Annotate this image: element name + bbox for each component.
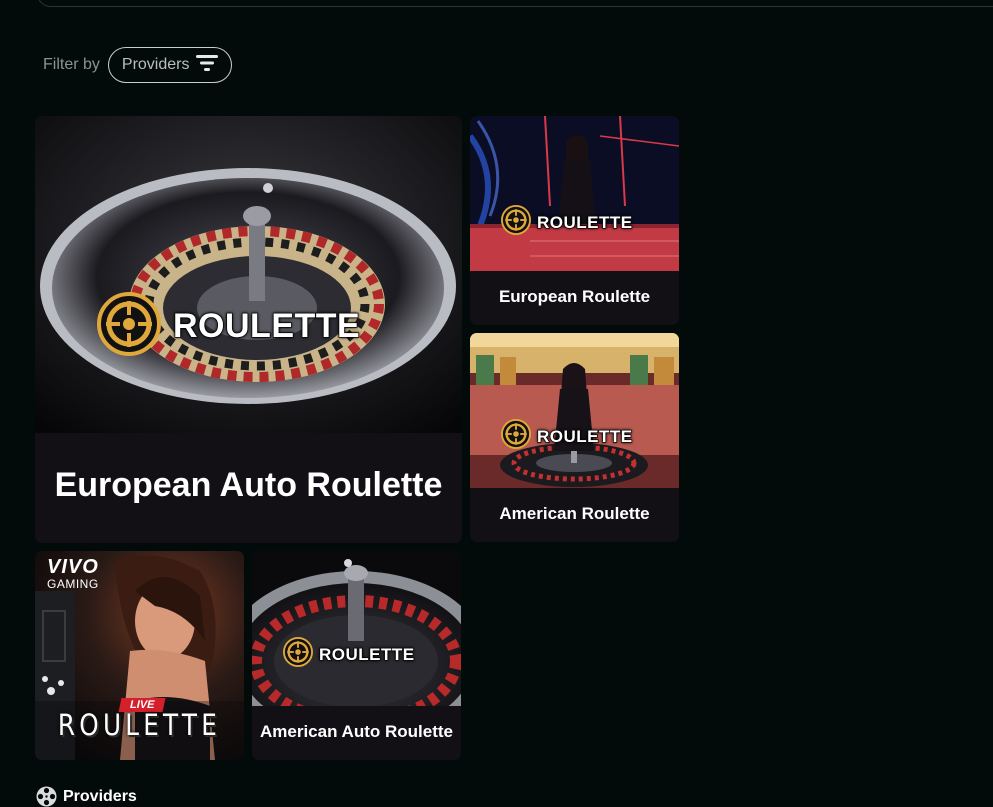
game-thumbnail [35, 116, 462, 433]
game-thumbnail [470, 116, 679, 271]
live-roulette-text: ROULETTE [57, 708, 222, 742]
gaming-logo-text: GAMING [47, 577, 99, 591]
game-tile-vivo-live-roulette[interactable]: VIVO GAMING LIVE ROULETTE [35, 551, 244, 760]
roulette-wheel-icon [501, 419, 531, 454]
game-tile-european-roulette[interactable]: ROULETTE European Roulette [470, 116, 679, 325]
roulette-badge: ROULETTE [501, 419, 633, 454]
game-tile-american-roulette[interactable]: ROULETTE American Roulette [470, 333, 679, 542]
game-title: American Roulette [499, 504, 650, 523]
roulette-badge: ROULETTE [501, 205, 633, 240]
film-reel-icon [36, 786, 57, 807]
roulette-badge: ROULETTE [97, 292, 360, 361]
roulette-wheel-icon [97, 292, 161, 361]
vivo-gaming-logo: VIVO GAMING [47, 557, 99, 590]
search-bar[interactable] [37, 0, 993, 7]
game-title: American Auto Roulette [259, 722, 453, 741]
providers-section-heading: Providers [36, 786, 137, 807]
roulette-wheel-icon [501, 205, 531, 240]
game-title: European Roulette [498, 287, 651, 306]
game-thumbnail [252, 551, 461, 706]
vivo-logo-text: VIVO [47, 556, 99, 578]
providers-heading-text: Providers [63, 787, 137, 805]
roulette-wheel-icon [283, 637, 313, 672]
game-tile-european-auto-roulette[interactable]: ROULETTE European Auto Roulette [35, 116, 462, 543]
filter-label: Filter by [43, 56, 100, 73]
game-title: European Auto Roulette [54, 466, 443, 504]
providers-filter-button[interactable]: Providers [107, 47, 232, 83]
roulette-badge-text: ROULETTE [318, 644, 415, 665]
filter-lines-icon [195, 54, 218, 77]
providers-filter-label: Providers [121, 56, 190, 73]
roulette-badge: ROULETTE [283, 637, 415, 672]
roulette-badge-text: ROULETTE [536, 212, 633, 233]
roulette-badge-text: ROULETTE [536, 426, 633, 447]
game-thumbnail [470, 333, 679, 488]
filter-row: Filter by Providers [43, 46, 232, 84]
roulette-badge-text: ROULETTE [172, 306, 361, 346]
game-tile-american-auto-roulette[interactable]: ROULETTE American Auto Roulette [252, 551, 461, 760]
